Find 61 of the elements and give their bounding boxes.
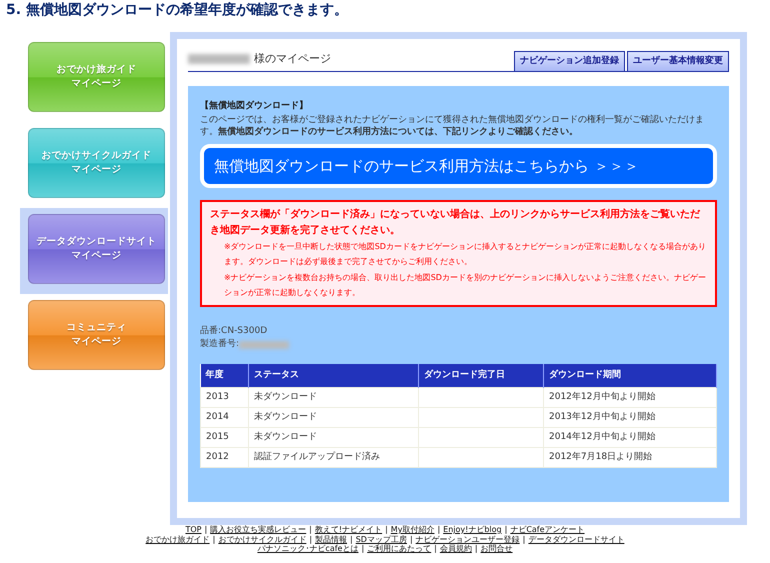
sidebar-item[interactable]: データダウンロードサイト マイページ <box>28 214 165 284</box>
table-cell: 2015 <box>200 428 248 448</box>
separator: | <box>410 534 413 544</box>
table-cell: 2013年12月中旬より開始 <box>544 408 716 428</box>
footer-link[interactable]: パナソニック･ナビcafeとは <box>257 544 358 554</box>
separator: | <box>212 534 216 544</box>
table-cell: 2013 <box>200 388 248 408</box>
footer-link[interactable]: ご利用にあたって <box>367 544 432 554</box>
footer-link[interactable]: SDマップ工房 <box>356 534 407 544</box>
table-cell: 未ダウンロード <box>248 388 418 408</box>
footer-link[interactable]: ナビゲーションユーザー登録 <box>416 534 520 544</box>
separator: | <box>434 544 437 554</box>
footer-link[interactable]: Enjoy!ナビblog <box>443 525 502 534</box>
notice-headline: ステータス欄が「ダウンロード済み」になっていない場合は、上のリンクからサービス利用方法をご覧いただき地図データ更新を完了させてください。 <box>210 207 702 238</box>
table-cell: 認証ファイルアップロード済み <box>248 448 418 468</box>
blurred-name <box>188 54 250 64</box>
table-cell: 2012年12月中旬より開始 <box>544 388 716 408</box>
column-header: ステータス <box>248 364 418 388</box>
footer-link[interactable]: 教えて!ナビメイト <box>314 525 382 534</box>
notice-note: ※ナビゲーションを複数台お持ちの場合、取り出した地図SDカードを別のナビゲーションに挿入しないようご注意ください。ナビゲーションが正常に起動しなくなります。 <box>223 272 707 299</box>
footer-link[interactable]: 会員規約 <box>440 544 472 554</box>
table-cell: 未ダウンロード <box>248 428 418 448</box>
footer-link[interactable]: My取付紹介 <box>390 525 434 534</box>
blurred-serial <box>239 341 290 350</box>
footer-link[interactable]: データダウンロードサイト <box>528 534 624 544</box>
intro-text: このページでは、お客様がご登録されたナビゲーションにて獲得された無償地図ダウンロードの権利一覧がご確認いただけます。無償地図ダウンロードのサービス利用方法については、下記リンクよりご確認ください。 <box>200 114 705 139</box>
table-cell: 2014 <box>200 408 248 428</box>
separator: | <box>474 544 478 554</box>
separator: | <box>204 525 208 534</box>
footer-link[interactable]: おでかけ旅ガイド <box>146 534 210 544</box>
column-header: ダウンロード期間 <box>544 364 716 388</box>
separator: | <box>309 534 312 544</box>
footer-link[interactable]: お問合せ <box>480 544 513 554</box>
separator: | <box>350 534 353 544</box>
separator: | <box>309 525 312 534</box>
table-cell: 2012 <box>200 448 248 468</box>
column-header: 年度 <box>200 364 248 388</box>
separator: | <box>437 525 440 534</box>
model-label: 品番: <box>200 326 222 336</box>
header-tab[interactable]: ナビゲーション追加登録 <box>514 50 625 71</box>
notice-note: ※ダウンロードを一旦中断した状態で地図SDカードをナビゲーションに挿入するとナビゲーションが正常に起動しなくなる場合があります。ダウンロードは必ず最後まで完了させてからご利用ください。 <box>223 241 707 268</box>
footer-link[interactable]: 購入お役立ち実感レビュー <box>210 525 306 534</box>
footer-link[interactable]: ナビCafeアンケート <box>510 525 585 534</box>
footer-link[interactable]: TOP <box>185 525 202 534</box>
column-header: ダウンロード完了日 <box>418 364 544 388</box>
page-title: 様のマイページ <box>254 50 331 66</box>
separator: | <box>385 525 388 534</box>
model-number: CN-S300D <box>221 326 268 336</box>
table-cell: 未ダウンロード <box>248 408 418 428</box>
service-link-banner[interactable]: 無償地図ダウンロードのサービス利用方法はこちらから ＞＞＞ <box>200 144 717 188</box>
footer-link[interactable]: おでかけサイクルガイド <box>218 534 306 544</box>
separator: | <box>361 544 364 554</box>
header-tab[interactable]: ユーザー基本情報変更 <box>627 50 729 71</box>
table-cell: 2012年7月18日より開始 <box>544 448 716 468</box>
section-title: 【無償地図ダウンロード】 <box>200 100 309 113</box>
footer-link[interactable]: 製品情報 <box>315 534 348 544</box>
table-cell: 2014年12月中旬より開始 <box>544 428 716 448</box>
page-heading: 5. 無償地図ダウンロードの希望年度が確認できます。 <box>5 0 349 20</box>
serial-label: 製造番号: <box>200 338 240 352</box>
separator: | <box>504 525 508 534</box>
separator: | <box>522 534 526 544</box>
